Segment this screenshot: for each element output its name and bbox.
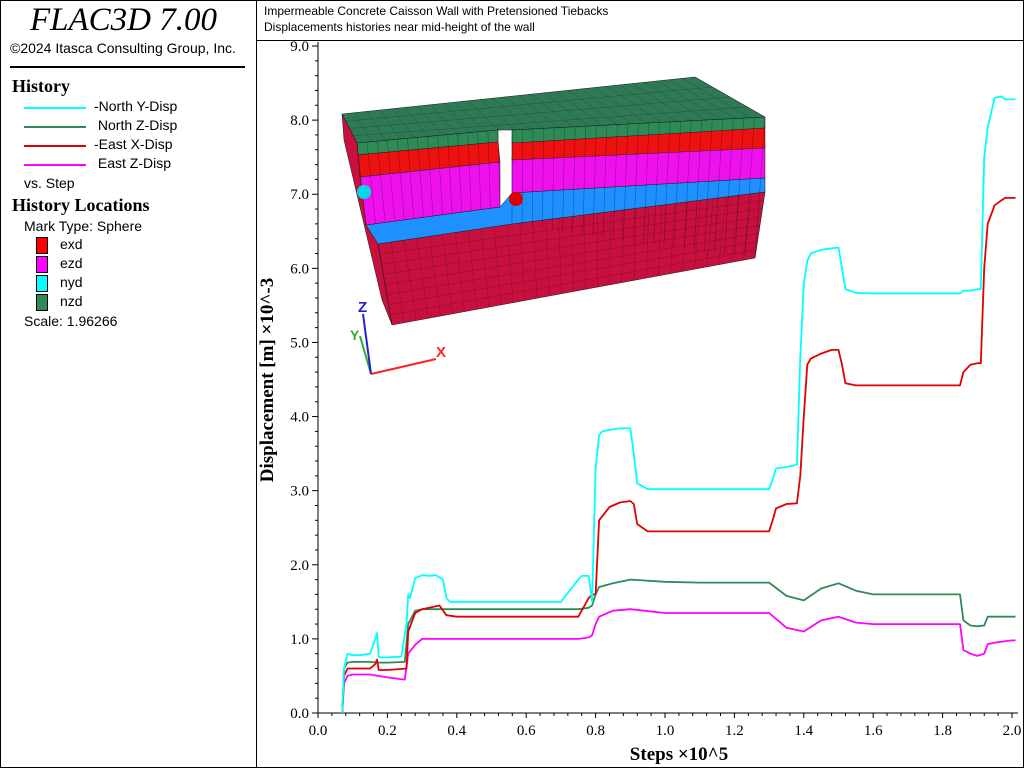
east-history-sphere (509, 192, 523, 206)
x-axis-label: Steps ×10^5 (630, 744, 728, 765)
x-tick-label: 1.2 (725, 723, 744, 739)
x-tick-label: 1.0 (656, 723, 675, 739)
x-tick-label: 1.4 (794, 723, 813, 739)
y-tick-label: 6.0 (290, 261, 309, 277)
x-tick-label: 0.8 (586, 723, 605, 739)
axis-triad-y-label: Y (350, 327, 360, 343)
y-tick-label: 2.0 (290, 558, 309, 574)
axis-triad-x (370, 358, 437, 375)
x-tick-label: 1.8 (933, 723, 952, 739)
x-tick-label: 1.6 (864, 723, 883, 739)
y-axis-label: Displacement [m] ×10^-3 (257, 278, 278, 482)
y-tick-label: 7.0 (290, 187, 309, 203)
y-tick-label: 1.0 (290, 632, 309, 648)
x-tick-label: 0.4 (447, 723, 466, 739)
series-line-north-z-disp (341, 578, 1016, 714)
north-history-sphere (357, 185, 371, 199)
y-tick-label: 0.0 (290, 706, 309, 722)
x-tick-label: 0.6 (517, 723, 536, 739)
series-line-east-z-disp (341, 608, 1016, 714)
x-tick-label: 0.0 (309, 723, 328, 739)
chart-area: X Y Z 0.0 0.2 0.4 0.6 0.8 1.0 1.2 1.4 1.6 1.8 2.0 0… (257, 39, 1022, 765)
y-tick-label: 9.0 (290, 39, 309, 55)
axis-triad-x-label: X (436, 344, 446, 361)
y-tick-label: 4.0 (290, 410, 309, 426)
axis-triad-z (362, 313, 372, 375)
y-tick-label: 5.0 (290, 335, 309, 351)
y-tick-label: 3.0 (290, 484, 309, 500)
x-tick-label: 0.2 (378, 723, 397, 739)
y-tick-label: 8.0 (290, 113, 309, 129)
axis-triad-z-label: Z (358, 299, 367, 316)
x-tick-label: 2.0 (1003, 723, 1022, 739)
model-3d-view: X Y Z (341, 76, 766, 375)
